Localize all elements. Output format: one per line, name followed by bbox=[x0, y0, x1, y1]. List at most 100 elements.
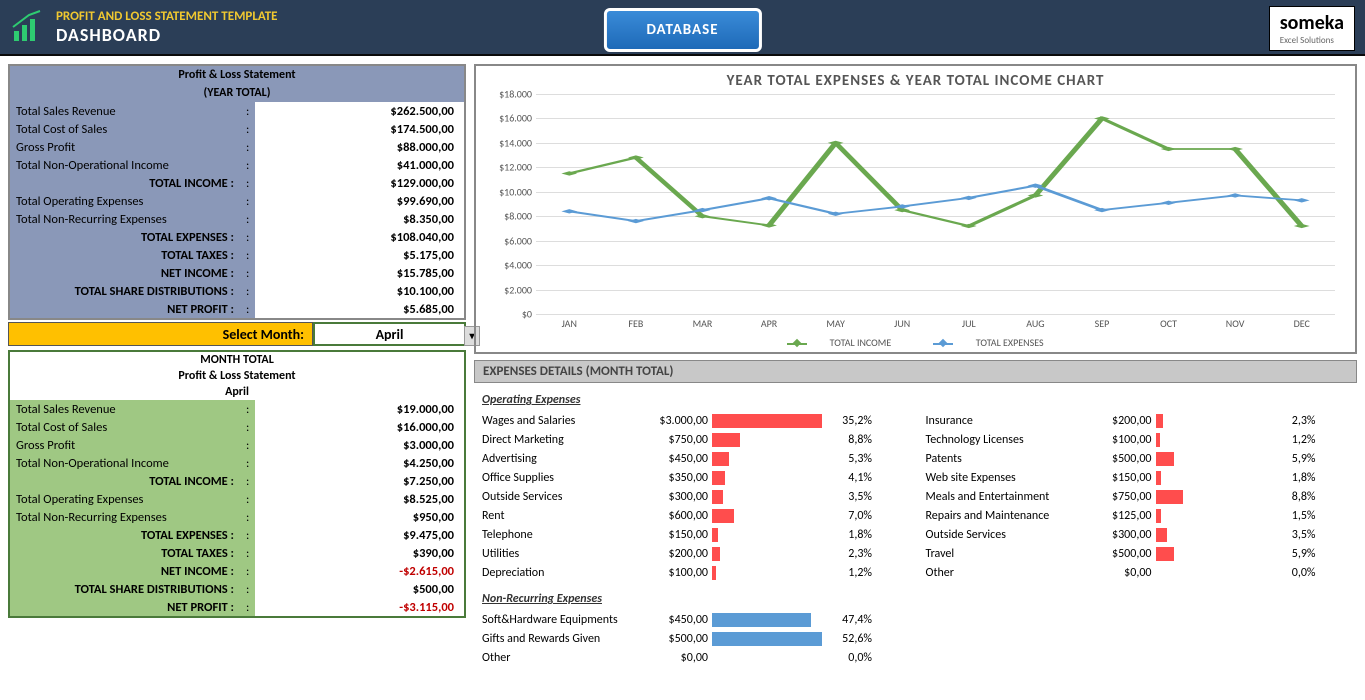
database-button[interactable]: DATABASE bbox=[603, 8, 761, 52]
expense-row: Wages and Salaries$3.000,0035,2% bbox=[482, 411, 906, 430]
table-row-value: $7.250,00 bbox=[255, 472, 464, 490]
expenses-heading: EXPENSES DETAILS (MONTH TOTAL) bbox=[474, 360, 1357, 383]
year-heading-2: (YEAR TOTAL) bbox=[10, 84, 464, 102]
table-row-label: NET INCOME : bbox=[10, 562, 240, 580]
table-row-value: $9.475,00 bbox=[255, 526, 464, 544]
month-dropdown[interactable]: April bbox=[313, 322, 466, 346]
table-row-label: TOTAL EXPENSES : bbox=[10, 526, 240, 544]
expense-bar bbox=[712, 490, 822, 504]
expense-bar bbox=[1156, 528, 1266, 542]
expense-row: Depreciation$100,001,2% bbox=[482, 563, 906, 582]
expense-row: Travel$500,005,9% bbox=[926, 544, 1350, 563]
table-row-label: Gross Profit bbox=[10, 436, 240, 454]
brand-sub: Excel Solutions bbox=[1280, 35, 1344, 46]
expense-pct: 3,5% bbox=[1266, 528, 1316, 542]
expense-amount: $100,00 bbox=[632, 566, 712, 580]
expense-pct: 4,1% bbox=[822, 471, 872, 485]
expense-name: Other bbox=[482, 651, 632, 665]
expense-name: Soft&Hardware Equipments bbox=[482, 613, 632, 627]
expense-pct: 1,8% bbox=[822, 528, 872, 542]
expense-amount: $200,00 bbox=[1076, 414, 1156, 428]
chart-title: YEAR TOTAL EXPENSES & YEAR TOTAL INCOME … bbox=[486, 72, 1345, 90]
expense-amount: $100,00 bbox=[1076, 433, 1156, 447]
app-header: PROFIT AND LOSS STATEMENT TEMPLATE DASHB… bbox=[0, 0, 1365, 56]
expense-pct: 0,0% bbox=[822, 651, 872, 665]
expense-row: Other$0,00 0,0% bbox=[482, 648, 906, 667]
expense-row: Advertising$450,005,3% bbox=[482, 449, 906, 468]
table-row-value: $5.175,00 bbox=[255, 246, 464, 264]
table-row-label: Total Operating Expenses bbox=[10, 192, 240, 210]
table-row-label: TOTAL SHARE DISTRIBUTIONS : bbox=[10, 282, 240, 300]
expense-name: Meals and Entertainment bbox=[926, 490, 1076, 504]
expense-name: Direct Marketing bbox=[482, 433, 632, 447]
table-row-value: -$2.615,00 bbox=[255, 562, 464, 580]
table-row-label: Gross Profit bbox=[10, 138, 240, 156]
operating-expenses-label: Operating Expenses bbox=[482, 393, 906, 407]
expense-pct: 1,2% bbox=[1266, 433, 1316, 447]
year-total-panel: Profit & Loss Statement (YEAR TOTAL) Tot… bbox=[8, 64, 466, 320]
table-row-value: $500,00 bbox=[255, 580, 464, 598]
expense-bar bbox=[712, 651, 822, 665]
expense-amount: $600,00 bbox=[632, 509, 712, 523]
expense-row: Meals and Entertainment$750,008,8% bbox=[926, 487, 1350, 506]
expense-amount: $0,00 bbox=[632, 651, 712, 665]
table-row-value: -$3.115,00 bbox=[255, 598, 464, 616]
table-row-label: TOTAL INCOME : bbox=[10, 174, 240, 192]
expense-amount: $750,00 bbox=[632, 433, 712, 447]
expense-amount: $450,00 bbox=[632, 613, 712, 627]
month-heading-3: April bbox=[10, 384, 464, 400]
expense-pct: 1,2% bbox=[822, 566, 872, 580]
expense-amount: $500,00 bbox=[1076, 452, 1156, 466]
expense-amount: $500,00 bbox=[632, 632, 712, 646]
chart-legend: TOTAL INCOME TOTAL EXPENSES bbox=[486, 336, 1345, 349]
expense-bar bbox=[1156, 471, 1266, 485]
expense-name: Gifts and Rewards Given bbox=[482, 632, 632, 646]
expense-pct: 8,8% bbox=[822, 433, 872, 447]
expense-row: Repairs and Maintenance$125,001,5% bbox=[926, 506, 1350, 525]
expense-amount: $3.000,00 bbox=[632, 414, 712, 428]
expense-name: Outside Services bbox=[482, 490, 632, 504]
expense-amount: $150,00 bbox=[1076, 471, 1156, 485]
table-row-label: TOTAL TAXES : bbox=[10, 544, 240, 562]
table-row-value: $4.250,00 bbox=[255, 454, 464, 472]
table-row-value: $950,00 bbox=[255, 508, 464, 526]
expense-amount: $500,00 bbox=[1076, 547, 1156, 561]
expense-row: Gifts and Rewards Given$500,0052,6% bbox=[482, 629, 906, 648]
expense-amount: $0,00 bbox=[1076, 566, 1156, 580]
table-row-label: Total Non-Recurring Expenses bbox=[10, 210, 240, 228]
expense-amount: $300,00 bbox=[1076, 528, 1156, 542]
table-row-value: $108.040,00 bbox=[255, 228, 464, 246]
table-row-label: Total Sales Revenue bbox=[10, 102, 240, 120]
table-row-value: $16.000,00 bbox=[255, 418, 464, 436]
table-row-label: Total Sales Revenue bbox=[10, 400, 240, 418]
line-chart-panel: YEAR TOTAL EXPENSES & YEAR TOTAL INCOME … bbox=[474, 64, 1357, 354]
expense-name: Telephone bbox=[482, 528, 632, 542]
expense-bar bbox=[712, 528, 822, 542]
expense-bar bbox=[712, 509, 822, 523]
expense-amount: $125,00 bbox=[1076, 509, 1156, 523]
expense-bar bbox=[712, 414, 822, 428]
brand-logo: someka Excel Solutions bbox=[1269, 6, 1355, 51]
expense-bar bbox=[1156, 509, 1266, 523]
expense-name: Outside Services bbox=[926, 528, 1076, 542]
expense-name: Insurance bbox=[926, 414, 1076, 428]
expense-row: Outside Services$300,003,5% bbox=[482, 487, 906, 506]
legend-income: TOTAL INCOME bbox=[830, 336, 892, 349]
table-row-label: NET PROFIT : bbox=[10, 598, 240, 616]
table-row-value: $41.000,00 bbox=[255, 156, 464, 174]
expense-amount: $300,00 bbox=[632, 490, 712, 504]
expense-name: Web site Expenses bbox=[926, 471, 1076, 485]
table-row-value: $3.000,00 bbox=[255, 436, 464, 454]
table-row-label: Total Cost of Sales bbox=[10, 120, 240, 138]
year-heading-1: Profit & Loss Statement bbox=[10, 66, 464, 84]
expense-amount: $200,00 bbox=[632, 547, 712, 561]
expense-row: Rent$600,007,0% bbox=[482, 506, 906, 525]
expense-bar bbox=[712, 613, 822, 627]
expense-name: Other bbox=[926, 566, 1076, 580]
expense-row: Web site Expenses$150,001,8% bbox=[926, 468, 1350, 487]
expense-bar bbox=[1156, 566, 1266, 580]
expense-name: Travel bbox=[926, 547, 1076, 561]
expense-row: Patents$500,005,9% bbox=[926, 449, 1350, 468]
expense-pct: 2,3% bbox=[822, 547, 872, 561]
brand-name: someka bbox=[1280, 11, 1344, 35]
